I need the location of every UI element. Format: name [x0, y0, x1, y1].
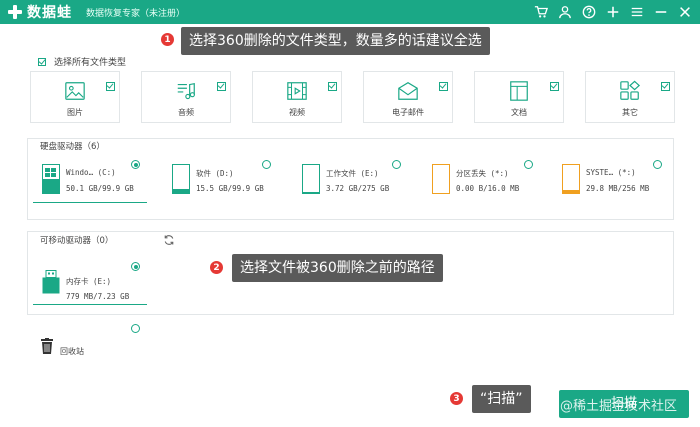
checkbox-checked-icon	[38, 57, 46, 66]
help-icon[interactable]	[582, 5, 596, 19]
recycle-bin-item[interactable]: 回收站	[38, 338, 118, 358]
drive-item-system[interactable]: SYSTE… (*:) 29.8 MB/256 MB	[562, 160, 667, 206]
other-icon	[620, 80, 641, 100]
drive-item-d[interactable]: 软件 (D:) 15.5 GB/99.9 GB	[172, 160, 277, 206]
file-type-label: 电子邮件	[392, 108, 424, 117]
selected-underline	[33, 304, 147, 305]
checkbox-checked-icon[interactable]	[217, 82, 226, 91]
drive-name: 分区丢失 (*:)	[456, 169, 509, 178]
file-type-image[interactable]: 图片	[30, 71, 120, 123]
file-type-document[interactable]: 文档	[474, 71, 564, 123]
close-icon[interactable]	[678, 5, 692, 19]
select-all-label: 选择所有文件类型	[54, 58, 127, 68]
drive-radio-lost-partition[interactable]	[524, 160, 533, 169]
menu-icon[interactable]	[630, 5, 644, 19]
video-icon	[287, 82, 307, 100]
file-type-video[interactable]: 视频	[252, 71, 342, 123]
app-logo: 数据蛙	[6, 2, 72, 22]
watermark: @稀土掘金技术社区	[560, 399, 678, 414]
file-type-label: 视频	[289, 108, 305, 117]
removable-drives-title: 可移动驱动器（0）	[40, 236, 114, 246]
step-marker-1: 1	[160, 32, 175, 47]
trash-icon	[41, 338, 53, 354]
image-icon	[65, 82, 85, 100]
cart-icon[interactable]	[534, 5, 548, 19]
checkbox-checked-icon[interactable]	[661, 82, 670, 91]
select-all-checkbox[interactable]: 选择所有文件类型	[38, 55, 126, 68]
file-type-email[interactable]: 电子邮件	[363, 71, 453, 123]
audio-icon	[177, 82, 195, 100]
recycle-bin-label: 回收站	[60, 347, 84, 356]
checkbox-checked-icon[interactable]	[328, 82, 337, 91]
drive-name: 软件 (D:)	[196, 169, 234, 178]
drive-name: 内存卡 (E:)	[66, 277, 112, 286]
file-type-other[interactable]: 其它	[585, 71, 675, 123]
drive-radio-system[interactable]	[653, 160, 662, 169]
email-icon	[398, 82, 418, 100]
drive-name: Windo… (C:)	[66, 168, 116, 177]
drive-radio-d[interactable]	[262, 160, 271, 169]
drive-item-lost-partition[interactable]: 分区丢失 (*:) 0.00 B/16.0 MB	[432, 160, 537, 206]
drive-size: 29.8 MB/256 MB	[586, 184, 650, 193]
file-type-audio[interactable]: 音频	[141, 71, 231, 123]
drive-name: SYSTE… (*:)	[586, 168, 636, 177]
selected-underline	[33, 202, 147, 203]
drive-icon	[562, 164, 580, 194]
callout-step-3: “扫描”	[472, 385, 531, 413]
usb-drive-icon	[42, 270, 60, 294]
file-type-label: 图片	[67, 108, 83, 117]
drive-icon	[432, 164, 450, 194]
drive-item-e[interactable]: 工作文件 (E:) 3.72 GB/275 GB	[302, 160, 407, 206]
drive-icon	[42, 164, 60, 194]
drive-size: 50.1 GB/99.9 GB	[66, 184, 134, 193]
drive-item-memory-card[interactable]: 内存卡 (E:) 779 MB/7.23 GB	[42, 266, 147, 312]
callout-step-2: 选择文件被360删除之前的路径	[232, 254, 443, 282]
checkbox-checked-icon[interactable]	[439, 82, 448, 91]
title-bar: 数据蛙 数据恢复专家（未注册）	[0, 0, 700, 24]
drive-icon	[302, 164, 320, 194]
logo-cross-icon	[6, 3, 24, 21]
drive-size: 3.72 GB/275 GB	[326, 184, 390, 193]
step-marker-2: 2	[209, 260, 224, 275]
hard-drives-title: 硬盘驱动器（6）	[40, 142, 105, 152]
minimize-icon[interactable]	[654, 5, 668, 19]
document-icon	[510, 81, 528, 101]
checkbox-checked-icon[interactable]	[106, 82, 115, 91]
callout-step-1: 选择360删除的文件类型，数量多的话建议全选	[181, 27, 490, 55]
file-type-label: 文档	[511, 108, 527, 117]
step-marker-3: 3	[449, 391, 464, 406]
drive-radio-c[interactable]	[131, 160, 140, 169]
drive-size: 779 MB/7.23 GB	[66, 292, 130, 301]
drive-icon	[172, 164, 190, 194]
app-name: 数据蛙	[27, 5, 72, 21]
refresh-icon[interactable]	[163, 234, 175, 246]
user-icon[interactable]	[558, 5, 572, 19]
file-type-label: 音频	[178, 108, 194, 117]
drive-radio-memory-card[interactable]	[131, 262, 140, 271]
drive-name: 工作文件 (E:)	[326, 169, 379, 178]
drive-size: 0.00 B/16.0 MB	[456, 184, 520, 193]
recycle-bin-radio[interactable]	[131, 324, 140, 333]
drive-radio-e[interactable]	[392, 160, 401, 169]
app-subtitle: 数据恢复专家（未注册）	[86, 8, 186, 19]
drive-size: 15.5 GB/99.9 GB	[196, 184, 264, 193]
file-type-list: 图片 音频 视频 电子邮件 文档 其它	[30, 71, 677, 123]
checkbox-checked-icon[interactable]	[550, 82, 559, 91]
plus-icon[interactable]	[606, 5, 620, 19]
file-type-label: 其它	[622, 108, 638, 117]
